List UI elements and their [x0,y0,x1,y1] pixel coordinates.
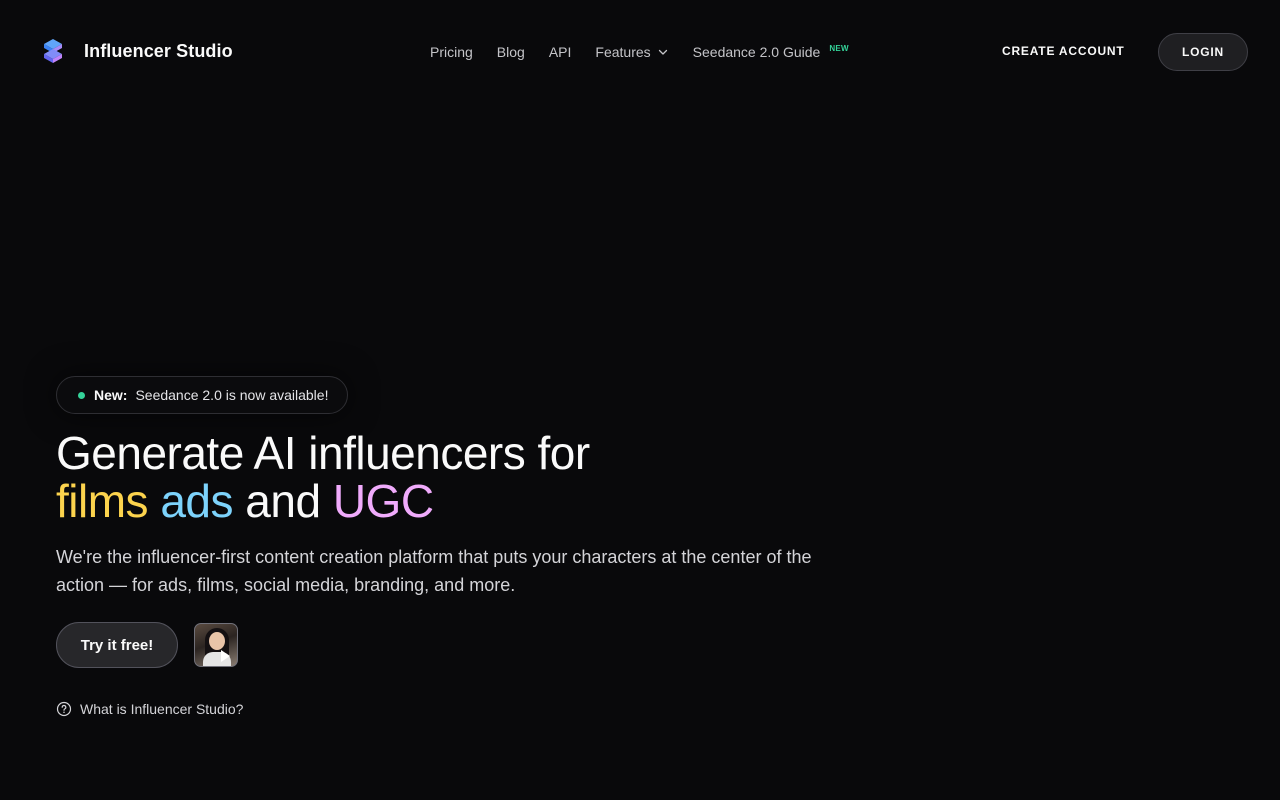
landing-page: Influencer Studio Pricing Blog API Featu… [0,0,1280,800]
nav-api[interactable]: API [549,44,572,60]
nav-seedance-guide-label: Seedance 2.0 Guide [692,44,821,60]
announcement-prefix: New: [94,387,128,403]
try-free-button[interactable]: Try it free! [56,622,178,668]
hero-subcopy: We're the influencer-first content creat… [56,547,812,595]
headline-line-1: Generate AI influencers for [56,427,590,479]
main-nav: Pricing Blog API Features Seedance 2.0 G… [430,43,849,61]
headline-word-ads: ads [160,475,233,527]
status-dot-icon [78,391,85,399]
nav-features[interactable]: Features [595,44,668,60]
question-circle-icon [56,701,72,717]
what-is-link[interactable]: What is Influencer Studio? [56,701,243,717]
chevron-down-icon [658,49,667,55]
demo-video-thumbnail[interactable] [194,623,238,667]
what-is-link-text: What is Influencer Studio? [80,701,244,717]
new-badge: NEW [829,43,849,53]
headline-word-ugc: UGC [332,475,434,527]
headline-line-2: films ads and UGC [56,477,590,525]
site-header: Influencer Studio Pricing Blog API Featu… [0,0,1280,104]
brand-name: Influencer Studio [84,40,233,61]
thumbnail-face [209,632,225,650]
announcement-text: Seedance 2.0 is now available! [135,387,329,403]
nav-features-label: Features [595,44,651,60]
nav-pricing[interactable]: Pricing [430,44,473,60]
announcement-pill[interactable]: New: Seedance 2.0 is now available! [56,376,348,414]
nav-blog[interactable]: Blog [497,44,525,60]
brand-link[interactable]: Influencer Studio [40,37,233,65]
headline-word-films: films [56,475,149,527]
headline-word-and: and [245,475,321,527]
play-icon [221,650,230,662]
nav-seedance-guide[interactable]: Seedance 2.0 Guide NEW [692,43,849,61]
hero-headline: Generate AI influencers for films ads an… [56,429,590,525]
login-button[interactable]: LOGIN [1158,33,1248,71]
create-account-button[interactable]: CREATE ACCOUNT [1002,44,1125,58]
influencer-studio-logo [44,39,62,63]
